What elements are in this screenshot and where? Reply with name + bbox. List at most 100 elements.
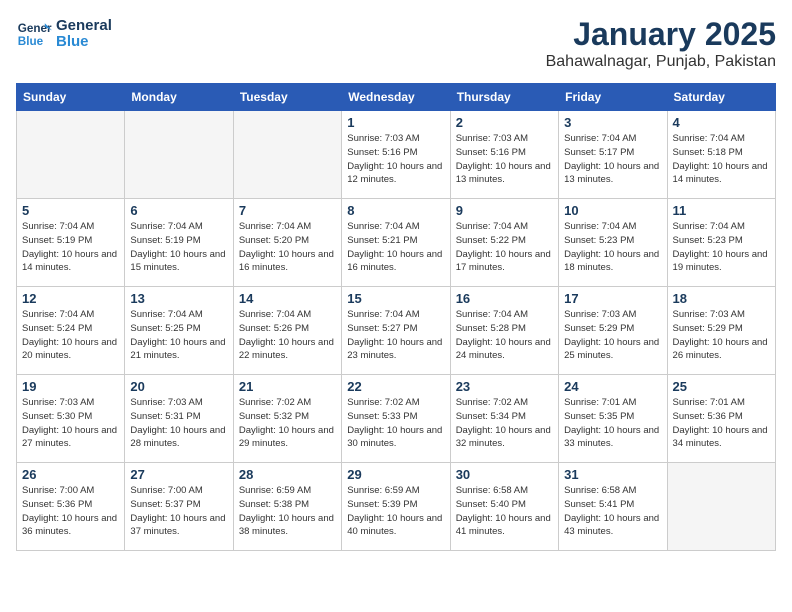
day-number: 16 [456, 291, 553, 306]
day-number: 18 [673, 291, 770, 306]
day-number: 7 [239, 203, 336, 218]
day-info: Sunrise: 6:58 AMSunset: 5:41 PMDaylight:… [564, 484, 661, 539]
calendar-cell: 25 Sunrise: 7:01 AMSunset: 5:36 PMDayligh… [667, 375, 775, 463]
calendar-cell: 31 Sunrise: 6:58 AMSunset: 5:41 PMDayligh… [559, 463, 667, 551]
logo-icon: General Blue [16, 16, 52, 52]
logo: General Blue General Blue [16, 16, 112, 52]
calendar-cell: 30Sunrise: 6:58 AMSunset: 5:40 PMDayligh… [450, 463, 558, 551]
calendar-cell: 24 Sunrise: 7:01 AMSunset: 5:35 PMDayligh… [559, 375, 667, 463]
calendar-cell: 13 Sunrise: 7:04 AMSunset: 5:25 PMDayligh… [125, 287, 233, 375]
day-number: 24 [564, 379, 661, 394]
day-info: Sunrise: 6:59 AMSunset: 5:39 PMDaylight:… [347, 484, 444, 539]
header-day-friday: Friday [559, 84, 667, 111]
day-number: 15 [347, 291, 444, 306]
day-info: Sunrise: 7:04 AMSunset: 5:23 PMDaylight:… [564, 220, 661, 275]
day-info: Sunrise: 7:03 AMSunset: 5:30 PMDaylight:… [22, 396, 119, 451]
calendar-cell: 15 Sunrise: 7:04 AMSunset: 5:27 PMDayligh… [342, 287, 450, 375]
day-number: 28 [239, 467, 336, 482]
calendar-cell: 22 Sunrise: 7:02 AMSunset: 5:33 PMDayligh… [342, 375, 450, 463]
day-number: 8 [347, 203, 444, 218]
day-info: Sunrise: 7:01 AMSunset: 5:35 PMDaylight:… [564, 396, 661, 451]
day-number: 31 [564, 467, 661, 482]
title-section: January 2025 Bahawalnagar, Punjab, Pakis… [546, 16, 776, 71]
week-row-1: 1 Sunrise: 7:03 AMSunset: 5:16 PMDaylight… [17, 111, 776, 199]
calendar-cell: 28Sunrise: 6:59 AMSunset: 5:38 PMDayligh… [233, 463, 341, 551]
calendar-cell: 12Sunrise: 7:04 AMSunset: 5:24 PMDayligh… [17, 287, 125, 375]
header-day-sunday: Sunday [17, 84, 125, 111]
header-day-wednesday: Wednesday [342, 84, 450, 111]
day-number: 29 [347, 467, 444, 482]
calendar-cell: 17 Sunrise: 7:03 AMSunset: 5:29 PMDayligh… [559, 287, 667, 375]
day-number: 25 [673, 379, 770, 394]
day-number: 13 [130, 291, 227, 306]
day-info: Sunrise: 7:00 AMSunset: 5:37 PMDaylight:… [130, 484, 227, 539]
header-day-saturday: Saturday [667, 84, 775, 111]
calendar-cell [667, 463, 775, 551]
calendar-cell: 9 Sunrise: 7:04 AMSunset: 5:22 PMDaylight… [450, 199, 558, 287]
day-info: Sunrise: 7:04 AMSunset: 5:19 PMDaylight:… [22, 220, 119, 275]
calendar-cell: 18 Sunrise: 7:03 AMSunset: 5:29 PMDayligh… [667, 287, 775, 375]
day-number: 1 [347, 115, 444, 130]
day-info: Sunrise: 7:03 AMSunset: 5:16 PMDaylight:… [347, 132, 444, 187]
day-info: Sunrise: 7:02 AMSunset: 5:32 PMDaylight:… [239, 396, 336, 451]
calendar-cell: 21 Sunrise: 7:02 AMSunset: 5:32 PMDayligh… [233, 375, 341, 463]
day-info: Sunrise: 7:04 AMSunset: 5:23 PMDaylight:… [673, 220, 770, 275]
day-info: Sunrise: 7:02 AMSunset: 5:33 PMDaylight:… [347, 396, 444, 451]
calendar-cell: 16Sunrise: 7:04 AMSunset: 5:28 PMDayligh… [450, 287, 558, 375]
calendar-cell: 14 Sunrise: 7:04 AMSunset: 5:26 PMDayligh… [233, 287, 341, 375]
calendar-cell: 11Sunrise: 7:04 AMSunset: 5:23 PMDayligh… [667, 199, 775, 287]
day-info: Sunrise: 7:00 AMSunset: 5:36 PMDaylight:… [22, 484, 119, 539]
day-info: Sunrise: 7:04 AMSunset: 5:19 PMDaylight:… [130, 220, 227, 275]
day-number: 21 [239, 379, 336, 394]
day-number: 10 [564, 203, 661, 218]
day-info: Sunrise: 7:04 AMSunset: 5:26 PMDaylight:… [239, 308, 336, 363]
calendar-cell: 20 Sunrise: 7:03 AMSunset: 5:31 PMDayligh… [125, 375, 233, 463]
calendar-cell: 1 Sunrise: 7:03 AMSunset: 5:16 PMDaylight… [342, 111, 450, 199]
day-number: 30 [456, 467, 553, 482]
day-info: Sunrise: 7:04 AMSunset: 5:24 PMDaylight:… [22, 308, 119, 363]
calendar-cell [233, 111, 341, 199]
calendar-cell: 26 Sunrise: 7:00 AMSunset: 5:36 PMDayligh… [17, 463, 125, 551]
day-number: 27 [130, 467, 227, 482]
day-info: Sunrise: 7:03 AMSunset: 5:29 PMDaylight:… [673, 308, 770, 363]
day-number: 2 [456, 115, 553, 130]
day-number: 3 [564, 115, 661, 130]
day-number: 6 [130, 203, 227, 218]
calendar-cell: 7Sunrise: 7:04 AMSunset: 5:20 PMDaylight… [233, 199, 341, 287]
calendar-cell: 3Sunrise: 7:04 AMSunset: 5:17 PMDaylight… [559, 111, 667, 199]
week-row-5: 26 Sunrise: 7:00 AMSunset: 5:36 PMDayligh… [17, 463, 776, 551]
day-info: Sunrise: 7:04 AMSunset: 5:18 PMDaylight:… [673, 132, 770, 187]
week-row-4: 19 Sunrise: 7:03 AMSunset: 5:30 PMDayligh… [17, 375, 776, 463]
day-info: Sunrise: 7:03 AMSunset: 5:31 PMDaylight:… [130, 396, 227, 451]
day-number: 19 [22, 379, 119, 394]
page-header: General Blue General Blue January 2025 B… [16, 16, 776, 71]
day-info: Sunrise: 7:04 AMSunset: 5:21 PMDaylight:… [347, 220, 444, 275]
week-row-3: 12Sunrise: 7:04 AMSunset: 5:24 PMDayligh… [17, 287, 776, 375]
calendar-title: January 2025 [546, 16, 776, 53]
calendar-cell [125, 111, 233, 199]
svg-text:Blue: Blue [18, 35, 44, 48]
day-number: 17 [564, 291, 661, 306]
day-number: 9 [456, 203, 553, 218]
day-number: 5 [22, 203, 119, 218]
week-row-2: 5 Sunrise: 7:04 AMSunset: 5:19 PMDaylight… [17, 199, 776, 287]
calendar-cell [17, 111, 125, 199]
day-number: 22 [347, 379, 444, 394]
day-info: Sunrise: 7:04 AMSunset: 5:27 PMDaylight:… [347, 308, 444, 363]
day-number: 26 [22, 467, 119, 482]
calendar-cell: 2 Sunrise: 7:03 AMSunset: 5:16 PMDaylight… [450, 111, 558, 199]
day-number: 14 [239, 291, 336, 306]
calendar-cell: 4Sunrise: 7:04 AMSunset: 5:18 PMDaylight… [667, 111, 775, 199]
day-info: Sunrise: 7:01 AMSunset: 5:36 PMDaylight:… [673, 396, 770, 451]
day-info: Sunrise: 7:03 AMSunset: 5:16 PMDaylight:… [456, 132, 553, 187]
calendar-cell: 29 Sunrise: 6:59 AMSunset: 5:39 PMDayligh… [342, 463, 450, 551]
calendar-cell: 5 Sunrise: 7:04 AMSunset: 5:19 PMDaylight… [17, 199, 125, 287]
day-info: Sunrise: 7:03 AMSunset: 5:29 PMDaylight:… [564, 308, 661, 363]
day-info: Sunrise: 7:04 AMSunset: 5:25 PMDaylight:… [130, 308, 227, 363]
calendar-cell: 23Sunrise: 7:02 AMSunset: 5:34 PMDayligh… [450, 375, 558, 463]
calendar-cell: 10 Sunrise: 7:04 AMSunset: 5:23 PMDayligh… [559, 199, 667, 287]
calendar-subtitle: Bahawalnagar, Punjab, Pakistan [546, 53, 776, 71]
header-day-monday: Monday [125, 84, 233, 111]
day-info: Sunrise: 7:04 AMSunset: 5:22 PMDaylight:… [456, 220, 553, 275]
day-number: 20 [130, 379, 227, 394]
